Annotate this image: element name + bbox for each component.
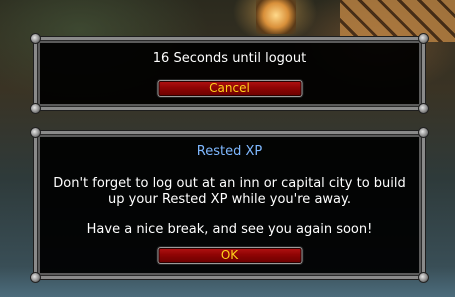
frame-corner-rivet — [418, 272, 429, 283]
frame-corner-rivet — [418, 103, 429, 114]
lantern-light — [256, 0, 296, 34]
cancel-button[interactable]: Cancel — [157, 80, 302, 97]
logout-dialog: 16 Seconds until logout Cancel — [30, 33, 429, 114]
frame-corner-rivet — [30, 33, 41, 44]
ok-button[interactable]: OK — [157, 247, 302, 264]
rested-xp-dialog: Rested XP Don't forget to log out at an … — [30, 127, 429, 283]
frame-corner-rivet — [30, 103, 41, 114]
logout-countdown-text: 16 Seconds until logout — [152, 51, 307, 66]
lattice-window — [340, 0, 455, 42]
frame-corner-rivet — [418, 127, 429, 138]
rested-xp-message: Don't forget to log out at an inn or cap… — [53, 176, 406, 207]
frame-corner-rivet — [30, 127, 41, 138]
farewell-message: Have a nice break, and see you again soo… — [86, 222, 373, 237]
frame-corner-rivet — [418, 33, 429, 44]
frame-corner-rivet — [30, 272, 41, 283]
rested-xp-title: Rested XP — [196, 144, 263, 159]
